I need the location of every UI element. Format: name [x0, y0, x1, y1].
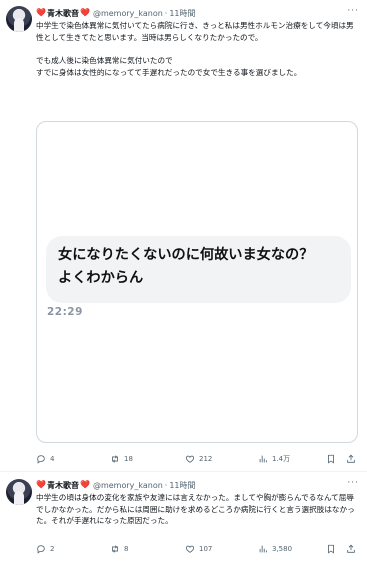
views-button[interactable]: 3,580 — [258, 544, 292, 554]
reply-button[interactable]: 2 — [36, 544, 54, 554]
retweet-count: 18 — [124, 455, 133, 463]
reply-icon — [37, 545, 45, 554]
retweet-count: 8 — [124, 545, 129, 553]
heart-icon — [185, 545, 195, 553]
action-bar: 2 8 107 3,580 — [36, 543, 360, 555]
heart-emoji: ❤️ — [36, 8, 46, 17]
reply-count: 4 — [50, 455, 55, 463]
message-bubble: 女になりたくないのに何故いま女なの？ よくわからん — [46, 236, 351, 303]
separator: · — [164, 8, 168, 18]
more-icon[interactable]: ··· — [347, 6, 359, 16]
retweet-button[interactable]: 18 — [110, 454, 133, 464]
like-count: 212 — [199, 455, 213, 463]
timestamp[interactable]: 11時間 — [169, 8, 195, 19]
tweet[interactable]: ❤️ 青木歌音 ❤️ @memory_kanon · 11時間 ··· 中学生で… — [0, 0, 367, 471]
avatar[interactable] — [6, 6, 32, 32]
avatar[interactable] — [6, 479, 32, 505]
views-icon — [259, 455, 267, 463]
bookmark-icon — [328, 544, 334, 554]
retweet-icon — [112, 545, 118, 553]
view-count: 3,580 — [272, 545, 293, 553]
share-icon — [347, 454, 355, 463]
tweet[interactable]: ❤️ 青木歌音 ❤️ @memory_kanon · 11時間 ··· 中学生の… — [0, 471, 367, 564]
share-button[interactable] — [346, 544, 360, 554]
display-name[interactable]: 青木歌音 — [47, 8, 79, 19]
timestamp[interactable]: 11時間 — [169, 480, 195, 491]
retweet-button[interactable]: 8 — [110, 544, 128, 554]
separator: · — [164, 480, 168, 490]
reply-icon — [37, 455, 45, 464]
user-handle[interactable]: @memory_kanon — [93, 481, 163, 490]
tweet-media-image[interactable]: 女になりたくないのに何故いま女なの？ よくわからん 22:29 — [36, 121, 358, 443]
bookmark-icon — [328, 454, 334, 464]
heart-icon — [185, 455, 195, 463]
user-handle[interactable]: @memory_kanon — [93, 9, 163, 18]
share-button[interactable] — [346, 454, 360, 464]
message-time: 22:29 — [47, 306, 83, 318]
bookmark-button[interactable] — [326, 454, 340, 464]
like-count: 107 — [199, 545, 213, 553]
views-icon — [259, 545, 267, 553]
display-name[interactable]: 青木歌音 — [47, 480, 79, 491]
heart-emoji: ❤️ — [79, 8, 90, 17]
more-icon[interactable]: ··· — [347, 478, 359, 488]
like-button[interactable]: 107 — [185, 544, 212, 554]
reply-count: 2 — [50, 545, 55, 553]
tweet-header: ❤️ 青木歌音 ❤️ @memory_kanon · 11時間 — [36, 6, 196, 20]
views-button[interactable]: 1.4万 — [258, 454, 290, 464]
bookmark-button[interactable] — [326, 544, 340, 554]
retweet-icon — [112, 455, 118, 463]
tweet-text: 中学生の頃は身体の変化を家族や友達には言えなかった。ましてや胸が膨らんでるなんて… — [36, 493, 355, 526]
action-bar: 4 18 212 1.4万 — [36, 453, 360, 465]
reply-button[interactable]: 4 — [36, 454, 54, 464]
like-button[interactable]: 212 — [185, 454, 212, 464]
tweet-text: 中学生で染色体異常に気付いてたら病院に行き、きっと私は男性ホルモン治療をして今頃… — [36, 21, 354, 77]
view-count: 1.4万 — [272, 455, 291, 463]
heart-emoji: ❤️ — [79, 480, 90, 489]
tweet-header: ❤️ 青木歌音 ❤️ @memory_kanon · 11時間 — [36, 478, 196, 492]
share-icon — [347, 544, 355, 553]
heart-emoji: ❤️ — [36, 480, 46, 489]
